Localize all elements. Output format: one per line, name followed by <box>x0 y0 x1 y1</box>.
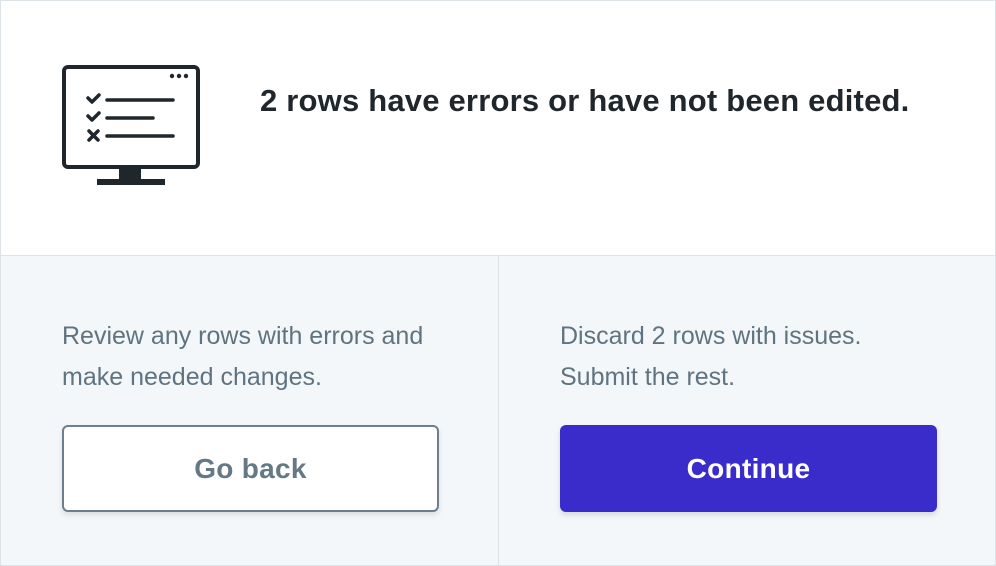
go-back-button[interactable]: Go back <box>62 425 439 512</box>
continue-option: Discard 2 rows with issues. Submit the r… <box>499 256 995 565</box>
continue-button[interactable]: Continue <box>560 425 937 512</box>
go-back-option: Review any rows with errors and make nee… <box>1 256 499 565</box>
continue-description: Discard 2 rows with issues. Submit the r… <box>560 322 862 391</box>
dialog-title: 2 rows have errors or have not been edit… <box>260 83 910 118</box>
go-back-description: Review any rows with errors and make nee… <box>62 322 424 391</box>
monitor-checklist-icon <box>62 65 200 185</box>
dialog-header: 2 rows have errors or have not been edit… <box>1 1 995 256</box>
error-dialog: 2 rows have errors or have not been edit… <box>0 0 996 566</box>
options-panel: Review any rows with errors and make nee… <box>1 256 995 565</box>
